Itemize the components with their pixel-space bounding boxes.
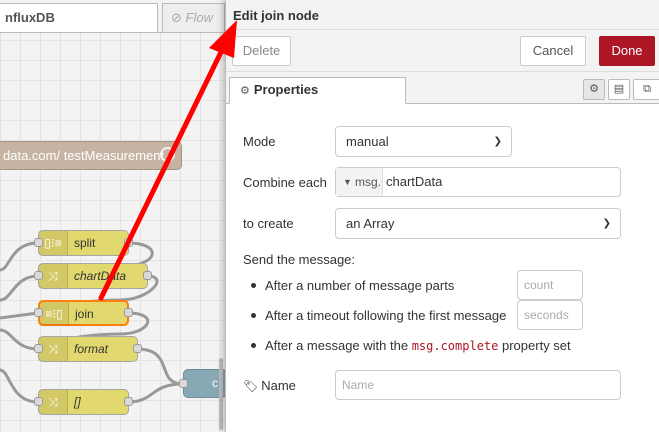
shuffle-icon: ⤨	[39, 337, 68, 361]
mode-label: Mode	[243, 134, 276, 149]
output-input-port[interactable]	[179, 379, 188, 388]
flow-workspace[interactable]: nfluxDB ⊘ Flow data.com/ testMeasurement…	[0, 0, 227, 432]
workspace-tab-bar: nfluxDB ⊘ Flow	[0, 0, 225, 33]
join-icon: ≡⁝▯	[40, 302, 69, 326]
timeout-placeholder: seconds	[524, 308, 569, 322]
split-node[interactable]: ▯⁝≡ split	[38, 230, 129, 256]
tab-properties[interactable]: ⚙ Properties	[229, 77, 406, 104]
edit-tray: Edit join node Delete Cancel Done ⚙ Prope…	[225, 0, 659, 432]
name-placeholder: Name	[342, 378, 375, 392]
combine-label: Combine each	[243, 175, 327, 190]
count-input[interactable]: count	[517, 270, 583, 300]
properties-form: Mode manual ❯ Combine each ▼ msg. chartD…	[226, 104, 659, 432]
status-ring-icon	[160, 147, 175, 162]
type-selector-label: msg.	[355, 175, 382, 189]
tray-title: Edit join node	[233, 8, 319, 23]
mode-value: manual	[346, 134, 389, 149]
bullet	[251, 283, 256, 289]
create-value: an Array	[346, 216, 395, 231]
name-input[interactable]: Name	[335, 370, 621, 400]
timeout-option: After a timeout following the first mess…	[251, 308, 506, 323]
workspace-tab-flow[interactable]: ⊘ Flow	[162, 3, 225, 32]
settings-tab-gear-icon[interactable]: ⚙	[583, 79, 605, 100]
send-message-label: Send the message:	[243, 252, 356, 267]
chartdata-output-port[interactable]	[143, 271, 152, 280]
combine-value: chartData	[386, 174, 443, 189]
split-input-port[interactable]	[34, 238, 43, 247]
complete-option-post: property set	[498, 338, 571, 353]
join-node[interactable]: ≡⁝▯ join	[38, 300, 129, 326]
flow-wires	[0, 241, 184, 404]
name-label-text: Name	[261, 378, 296, 393]
shuffle-icon: ⤨	[39, 264, 68, 288]
join-output-port[interactable]	[124, 308, 133, 317]
parts-option-text: After a number of message parts	[265, 278, 455, 293]
array-output-port[interactable]	[124, 397, 133, 406]
array-change-node[interactable]: ⤨ []	[38, 389, 129, 415]
join-node-label: join	[75, 307, 94, 321]
combine-typed-input[interactable]: ▼ msg. chartData	[335, 167, 621, 197]
mqtt-in-node[interactable]: data.com/ testMeasurement	[0, 141, 182, 170]
workspace-tab-influxdb[interactable]: nfluxDB	[0, 3, 158, 32]
parts-option: After a number of message parts	[251, 278, 454, 293]
array-node-label: []	[74, 395, 81, 409]
chartdata-input-port[interactable]	[34, 271, 43, 280]
tag-icon: 🏷	[243, 379, 259, 393]
bullet	[251, 313, 256, 319]
split-node-label: split	[74, 236, 96, 250]
create-label: to create	[243, 216, 294, 231]
caret-down-icon: ▼	[343, 177, 352, 187]
output-node-label: c	[212, 376, 218, 390]
description-tab-document-icon[interactable]: ▤	[608, 79, 630, 100]
split-output-port[interactable]	[124, 238, 133, 247]
format-node-label: format	[74, 342, 109, 356]
join-input-port[interactable]	[34, 308, 43, 317]
mqtt-node-label: data.com/ testMeasurement	[3, 148, 165, 163]
count-placeholder: count	[524, 278, 554, 292]
array-input-port[interactable]	[34, 397, 43, 406]
type-selector[interactable]: ▼ msg.	[336, 168, 383, 196]
chartdata-change-node[interactable]: ⤨ chartData	[38, 263, 148, 289]
chevron-down-icon: ❯	[602, 218, 611, 229]
appearance-tab-frame-icon[interactable]: ⧉	[633, 79, 659, 100]
complete-option-code: msg.complete	[411, 339, 499, 353]
bullet	[251, 343, 256, 349]
format-output-port[interactable]	[133, 344, 142, 353]
chartdata-node-label: chartData	[74, 269, 127, 283]
app-canvas: nfluxDB ⊘ Flow data.com/ testMeasurement…	[0, 0, 659, 432]
workspace-scrollbar[interactable]	[219, 358, 223, 430]
create-select[interactable]: an Array ❯	[335, 208, 621, 239]
cancel-button[interactable]: Cancel	[520, 36, 586, 66]
delete-button[interactable]: Delete	[232, 36, 291, 66]
shuffle-icon: ⤨	[39, 390, 68, 414]
gear-icon: ⚙	[240, 85, 250, 97]
split-icon: ▯⁝≡	[39, 231, 68, 255]
complete-option-pre: After a message with the	[265, 338, 412, 353]
properties-tab-label: Properties	[253, 82, 319, 97]
timeout-option-text: After a timeout following the first mess…	[265, 308, 507, 323]
chevron-down-icon: ❯	[493, 136, 502, 147]
mode-select[interactable]: manual ❯	[335, 126, 512, 157]
format-change-node[interactable]: ⤨ format	[38, 336, 138, 362]
done-button[interactable]: Done	[599, 36, 655, 66]
format-input-port[interactable]	[34, 344, 43, 353]
tray-toolbar: Delete Cancel Done	[226, 30, 659, 72]
timeout-input[interactable]: seconds	[517, 300, 583, 330]
complete-option: After a message with the msg.complete pr…	[251, 338, 571, 353]
name-label: 🏷 Name	[243, 378, 296, 393]
tray-header: Edit join node	[226, 0, 659, 30]
